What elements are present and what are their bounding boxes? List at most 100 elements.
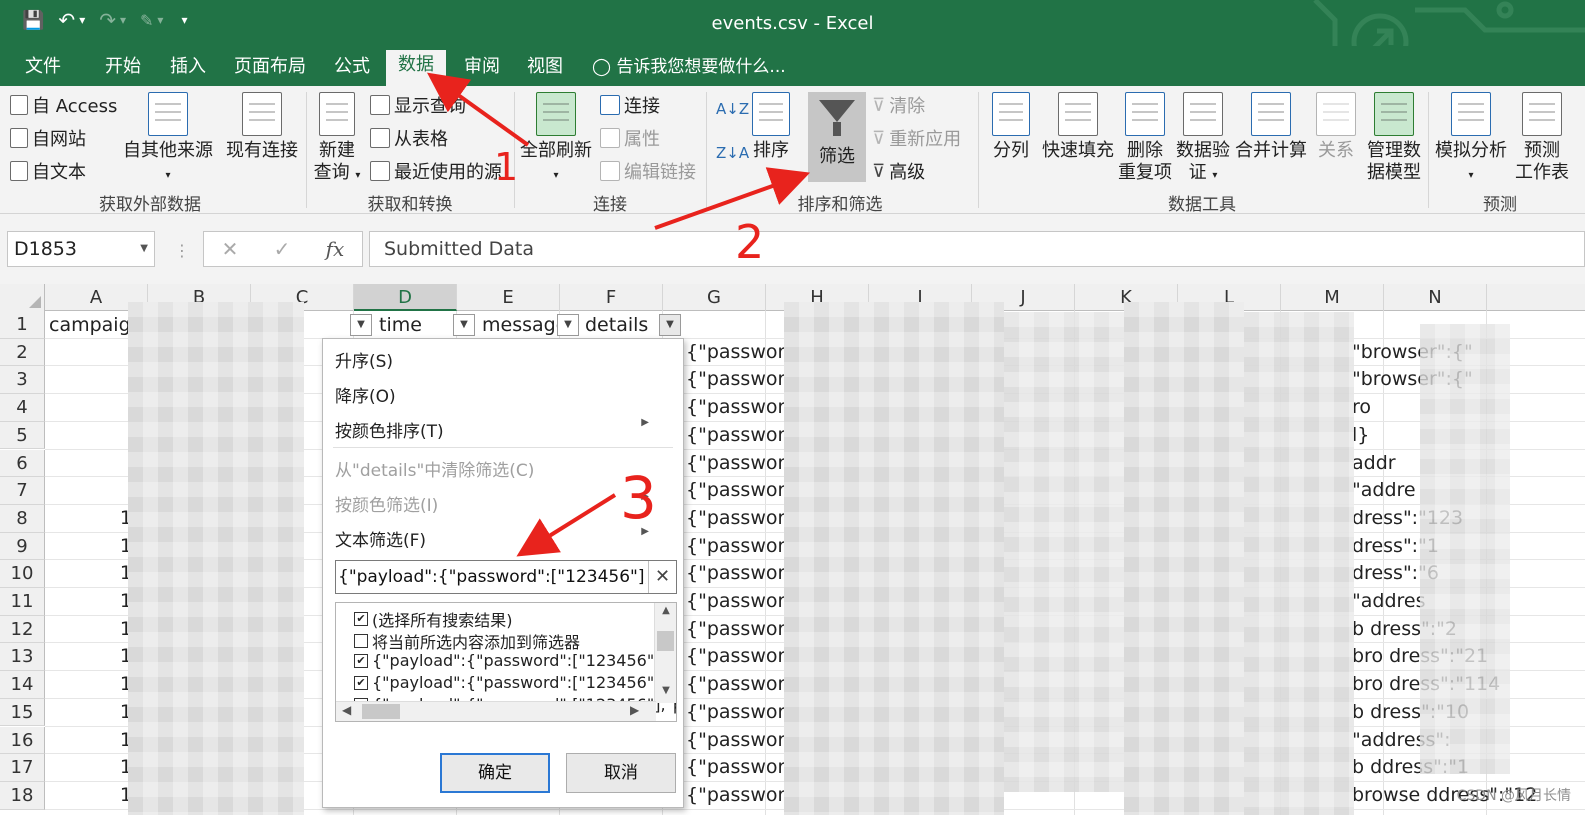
sort-button[interactable]: 排序 — [748, 92, 794, 162]
clear-search-icon[interactable]: ✕ — [648, 561, 676, 593]
confirm-entry-icon[interactable]: ✓ — [274, 237, 291, 261]
row-header[interactable]: 7 — [0, 477, 45, 505]
table-cell[interactable]: {"password — [686, 588, 786, 614]
cancel-entry-icon[interactable]: ✕ — [222, 237, 239, 261]
what-if-analysis-button[interactable]: 模拟分析 ▾ — [1432, 92, 1510, 187]
menu-item-text-filters[interactable]: 文本筛选(F) ▶ — [335, 526, 665, 551]
from-access-button[interactable]: 自 Access — [10, 92, 117, 118]
row-header[interactable]: 3 — [0, 366, 45, 395]
text-to-columns-button[interactable]: 分列 — [986, 92, 1036, 162]
consolidate-button[interactable]: 合并计算 — [1234, 92, 1308, 162]
filter-dropdown-c-icon[interactable]: ▼ — [453, 314, 475, 336]
properties-button[interactable]: 属性 — [600, 125, 660, 151]
header-cell-details[interactable]: details — [582, 312, 660, 339]
column-header-e[interactable]: E — [457, 284, 560, 311]
ok-button[interactable]: 确定 — [440, 753, 550, 793]
vertical-scrollbar[interactable]: ▲ ▼ — [654, 603, 676, 703]
column-header-f[interactable]: F — [560, 284, 663, 311]
row-header[interactable]: 11 — [0, 588, 45, 616]
header-cell-campaign[interactable]: campaign — [46, 312, 132, 339]
tab-insert[interactable]: 插入 — [158, 54, 218, 86]
checkbox-icon[interactable] — [354, 634, 368, 648]
horizontal-scrollbar[interactable]: ◀ ▶ — [336, 701, 656, 721]
row-header[interactable]: 2 — [0, 338, 45, 367]
row-header[interactable]: 12 — [0, 615, 45, 644]
sort-ascending-icon[interactable]: A↓Z — [716, 100, 749, 118]
row-header[interactable]: 15 — [0, 698, 45, 727]
drag-handle-icon[interactable]: ⋮ — [174, 241, 190, 260]
scroll-down-icon[interactable]: ▼ — [655, 685, 676, 696]
tab-review[interactable]: 审阅 — [452, 54, 512, 86]
chevron-down-icon[interactable]: ▼ — [140, 232, 148, 266]
worksheet-grid[interactable]: ABCDEFGHIJKLMN 1 2 3 4 5 6 7 8 9 10 11 12 13 14 15 16 17… — [0, 284, 1585, 815]
row-header[interactable]: 1 — [0, 311, 45, 339]
reapply-button[interactable]: ⊽ 重新应用 — [872, 125, 961, 151]
table-cell[interactable]: {"password — [686, 643, 786, 669]
filter-values-list[interactable]: ✔ (选择所有搜索结果) 将当前所选内容添加到筛选器 ✔ {"payload":{"pa… — [335, 602, 677, 722]
edit-links-button[interactable]: 编辑链接 — [600, 158, 696, 184]
header-cell-time[interactable]: time — [376, 312, 456, 339]
row-header[interactable]: 10 — [0, 560, 45, 588]
row-header[interactable]: 5 — [0, 421, 45, 450]
tab-file[interactable]: 文件 — [13, 54, 73, 86]
filter-dropdown-d-icon[interactable]: ▼ — [557, 314, 579, 336]
from-other-sources-button[interactable]: 自其他来源 ▾ — [120, 92, 216, 187]
from-table-button[interactable]: 从表格 — [370, 125, 448, 151]
scroll-right-icon[interactable]: ▶ — [630, 703, 639, 717]
clear-filter-button[interactable]: ⊽ 清除 — [872, 92, 925, 118]
header-cell-message[interactable]: message — [479, 312, 559, 339]
new-query-button[interactable]: 新建 查询 ▾ — [312, 92, 362, 187]
row-header[interactable]: 18 — [0, 781, 45, 810]
menu-item-sort-by-color[interactable]: 按颜色排序(T) ▶ — [335, 417, 665, 442]
table-cell[interactable]: {"password — [686, 616, 786, 642]
refresh-all-button[interactable]: 全部刷新 ▾ — [518, 92, 594, 187]
tab-formulas[interactable]: 公式 — [322, 54, 382, 86]
connections-button[interactable]: 连接 — [600, 92, 660, 118]
filter-list-item[interactable]: ✔ {"payload":{"password":["123456"],"p — [354, 651, 676, 670]
from-web-button[interactable]: 自网站 — [10, 125, 86, 151]
table-cell[interactable]: {"password — [686, 505, 786, 531]
table-cell[interactable]: {"password — [686, 560, 786, 586]
table-cell[interactable]: {"password — [686, 699, 786, 725]
table-cell[interactable]: {"password — [686, 477, 786, 503]
manage-data-model-button[interactable]: 管理数 据模型 — [1364, 92, 1424, 184]
column-header-g[interactable]: G — [663, 284, 766, 311]
select-all-corner[interactable] — [0, 284, 45, 311]
scroll-up-icon[interactable]: ▲ — [655, 605, 676, 616]
filter-dropdown-e-icon[interactable]: ▼ — [659, 314, 681, 336]
recent-sources-button[interactable]: 最近使用的源 — [370, 158, 502, 184]
tell-me-search[interactable]: ◯ 告诉我您想要做什么... — [592, 54, 786, 80]
insert-function-icon[interactable]: fx — [326, 237, 345, 261]
tab-home[interactable]: 开始 — [93, 54, 153, 86]
sort-descending-icon[interactable]: Z↓A — [716, 144, 749, 162]
row-header[interactable]: 8 — [0, 504, 45, 533]
remove-duplicates-button[interactable]: 删除 重复项 — [1116, 92, 1174, 184]
row-header[interactable]: 6 — [0, 449, 45, 478]
scroll-thumb[interactable] — [657, 631, 674, 651]
name-box[interactable]: D1853 ▼ — [7, 231, 155, 267]
table-cell[interactable]: {"password — [686, 671, 786, 697]
table-cell[interactable]: {"password — [686, 366, 786, 392]
column-header-d[interactable]: D — [354, 284, 457, 311]
checkbox-icon[interactable]: ✔ — [354, 653, 368, 668]
row-header[interactable]: 9 — [0, 532, 45, 561]
filter-list-item[interactable]: ✔ {"payload":{"password":["123456"],"p — [354, 673, 676, 692]
table-cell[interactable]: {"password — [686, 394, 786, 420]
filter-list-item[interactable]: 将当前所选内容添加到筛选器 — [354, 629, 580, 653]
tab-data[interactable]: 数据 — [386, 50, 446, 86]
row-header[interactable]: 13 — [0, 643, 45, 672]
menu-item-sort-descending[interactable]: 降序(O) — [335, 382, 396, 407]
row-header[interactable]: 14 — [0, 671, 45, 699]
advanced-filter-button[interactable]: ⊽ 高级 — [872, 158, 925, 184]
table-cell[interactable]: {"password — [686, 450, 786, 476]
data-validation-button[interactable]: 数据验 证 ▾ — [1174, 92, 1232, 187]
checkbox-icon[interactable]: ✔ — [354, 612, 368, 626]
show-queries-button[interactable]: 显示查询 — [370, 92, 466, 118]
tab-view[interactable]: 视图 — [515, 54, 575, 86]
menu-item-filter-by-color[interactable]: 按颜色筛选(I) ▶ — [335, 491, 665, 516]
menu-item-clear-filter[interactable]: 从"details"中清除筛选(C) — [335, 456, 534, 481]
row-header[interactable]: 17 — [0, 754, 45, 782]
row-header[interactable]: 4 — [0, 394, 45, 422]
scroll-left-icon[interactable]: ◀ — [342, 703, 351, 717]
formula-input[interactable]: Submitted Data — [369, 231, 1585, 267]
